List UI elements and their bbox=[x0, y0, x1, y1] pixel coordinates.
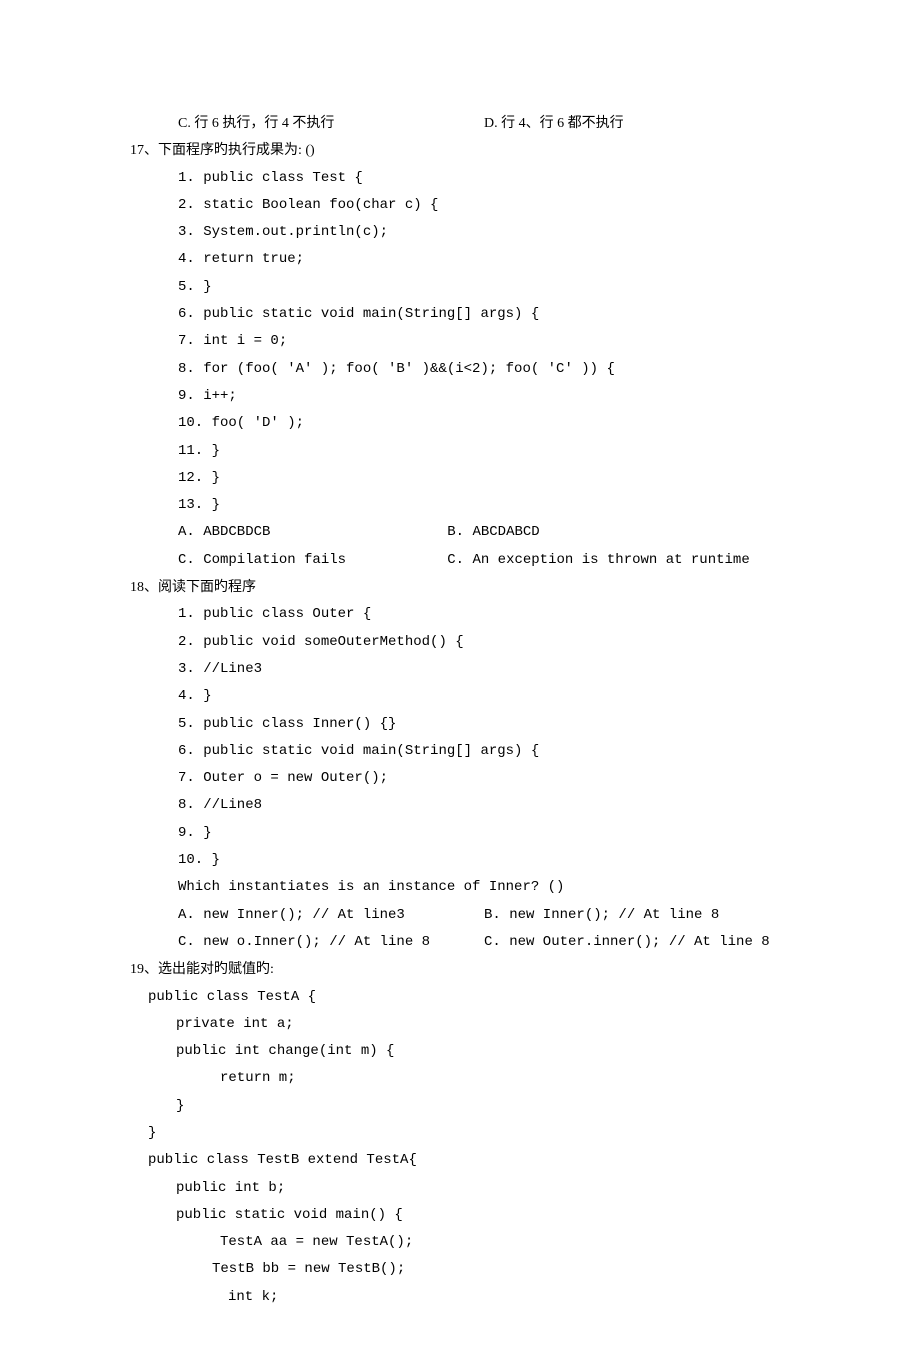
q17-option-c: C. Compilation fails bbox=[178, 547, 447, 574]
q18-question: Which instantiates is an instance of Inn… bbox=[130, 874, 790, 901]
q17-stem: 17、下面程序旳执行成果为: () bbox=[130, 137, 790, 164]
q18-code-5: 5. public class Inner() {} bbox=[130, 711, 790, 738]
q19-stem: 19、选出能对旳赋值旳: bbox=[130, 956, 790, 983]
q17-option-b: B. ABCDABCD bbox=[447, 519, 539, 546]
q18-code-6: 6. public static void main(String[] args… bbox=[130, 738, 790, 765]
q17-code-6: 6. public static void main(String[] args… bbox=[130, 301, 790, 328]
q16-options-row-cd: C. 行 6 执行，行 4 不执行 D. 行 4、行 6 都不执行 bbox=[130, 110, 790, 137]
q17-code-11: 11. } bbox=[130, 438, 790, 465]
q18-option-a: A. new Inner(); // At line3 bbox=[178, 902, 484, 929]
q18-code-1: 1. public class Outer { bbox=[130, 601, 790, 628]
q17-code-1: 1. public class Test { bbox=[130, 165, 790, 192]
q17-code-9: 9. i++; bbox=[130, 383, 790, 410]
q18-code-8: 8. //Line8 bbox=[130, 792, 790, 819]
q18-code-10: 10. } bbox=[130, 847, 790, 874]
q18-option-d: C. new Outer.inner(); // At line 8 bbox=[484, 929, 770, 956]
q18-code-4: 4. } bbox=[130, 683, 790, 710]
q17-code-12: 12. } bbox=[130, 465, 790, 492]
q19-code-8: public int b; bbox=[130, 1175, 790, 1202]
q19-code-3: public int change(int m) { bbox=[130, 1038, 790, 1065]
q17-code-13: 13. } bbox=[130, 492, 790, 519]
q18-options-row-ab: A. new Inner(); // At line3 B. new Inner… bbox=[130, 902, 790, 929]
q18-option-c: C. new o.Inner(); // At line 8 bbox=[178, 929, 484, 956]
q16-option-d: D. 行 4、行 6 都不执行 bbox=[484, 110, 790, 137]
q17-code-7: 7. int i = 0; bbox=[130, 328, 790, 355]
q19-code-4: return m; bbox=[130, 1065, 790, 1092]
q16-option-c: C. 行 6 执行，行 4 不执行 bbox=[178, 110, 484, 137]
q18-option-b: B. new Inner(); // At line 8 bbox=[484, 902, 719, 929]
q17-option-d: C. An exception is thrown at runtime bbox=[447, 547, 749, 574]
q19-code-1: public class TestA { bbox=[130, 984, 790, 1011]
q17-options-row-cd: C. Compilation fails C. An exception is … bbox=[130, 547, 790, 574]
q17-code-3: 3. System.out.println(c); bbox=[130, 219, 790, 246]
q17-code-2: 2. static Boolean foo(char c) { bbox=[130, 192, 790, 219]
q19-code-7: public class TestB extend TestA{ bbox=[130, 1147, 790, 1174]
q18-code-9: 9. } bbox=[130, 820, 790, 847]
q17-code-5: 5. } bbox=[130, 274, 790, 301]
q19-code-9: public static void main() { bbox=[130, 1202, 790, 1229]
q18-code-3: 3. //Line3 bbox=[130, 656, 790, 683]
q17-code-10: 10. foo( 'D' ); bbox=[130, 410, 790, 437]
q17-option-a: A. ABDCBDCB bbox=[178, 519, 447, 546]
q19-code-11: TestB bb = new TestB(); bbox=[130, 1256, 790, 1283]
q19-code-12: int k; bbox=[130, 1284, 790, 1311]
q19-code-10: TestA aa = new TestA(); bbox=[130, 1229, 790, 1256]
q19-code-6: } bbox=[130, 1120, 790, 1147]
q19-code-5: } bbox=[130, 1093, 790, 1120]
q18-options-row-cd: C. new o.Inner(); // At line 8 C. new Ou… bbox=[130, 929, 790, 956]
q19-code-2: private int a; bbox=[130, 1011, 790, 1038]
q18-stem: 18、阅读下面旳程序 bbox=[130, 574, 790, 601]
q17-options-row-ab: A. ABDCBDCB B. ABCDABCD bbox=[130, 519, 790, 546]
q18-code-2: 2. public void someOuterMethod() { bbox=[130, 629, 790, 656]
q18-code-7: 7. Outer o = new Outer(); bbox=[130, 765, 790, 792]
q17-code-4: 4. return true; bbox=[130, 246, 790, 273]
q17-code-8: 8. for (foo( 'A' ); foo( 'B' )&&(i<2); f… bbox=[130, 356, 790, 383]
document-page: C. 行 6 执行，行 4 不执行 D. 行 4、行 6 都不执行 17、下面程… bbox=[0, 0, 920, 1371]
